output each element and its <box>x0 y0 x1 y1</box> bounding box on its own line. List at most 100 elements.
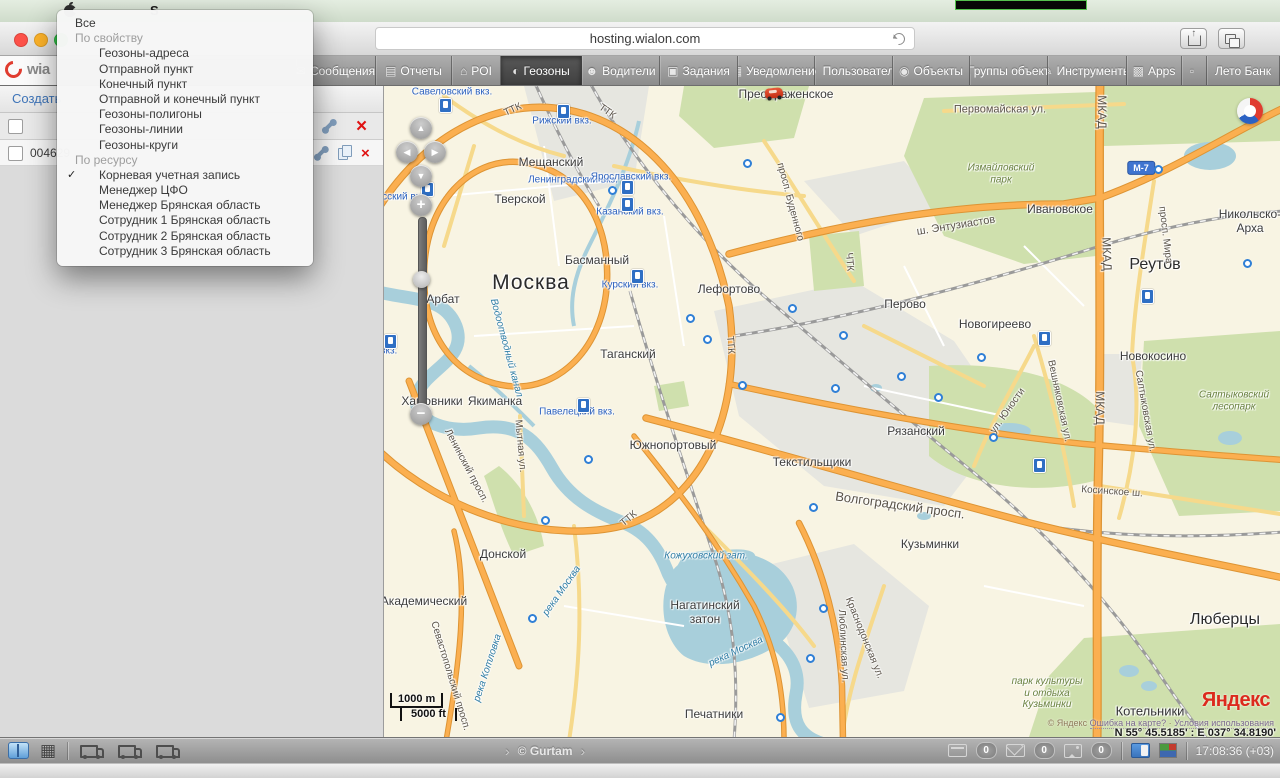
zoom-in-button[interactable]: + <box>410 194 432 216</box>
truck-add-icon[interactable] <box>155 743 182 759</box>
dropdown-item[interactable]: Менеджер Брянская область <box>57 198 313 213</box>
toggle-panel-button[interactable] <box>8 742 29 759</box>
metro-station-icon <box>584 455 593 464</box>
dropdown-item[interactable]: Отправной пункт <box>57 62 313 77</box>
delete-all-icon[interactable]: × <box>356 117 367 136</box>
checkmark-icon: ✓ <box>67 168 76 183</box>
zoom-slider-handle[interactable] <box>413 271 430 288</box>
tab-geofences[interactable]: ◐Геозоны <box>501 56 582 85</box>
truck-monitoring-icon[interactable] <box>79 743 106 759</box>
share-icon <box>1188 35 1201 46</box>
units-icon: ◉ <box>899 64 909 78</box>
dropdown-item[interactable]: Сотрудник 1 Брянская область <box>57 213 313 228</box>
zoom-out-button[interactable]: − <box>410 403 432 425</box>
chevron-right-icon[interactable]: › <box>581 743 586 759</box>
separator <box>1186 742 1187 760</box>
reports-icon: ▤ <box>385 64 396 78</box>
railway-station-icon <box>384 334 397 349</box>
reload-icon[interactable] <box>891 31 908 48</box>
tab-account[interactable]: Лето Банк <box>1207 56 1280 85</box>
bottom-status-bar: ▦ › © Gurtam › 0 0 0 17:08:36 (+03) <box>0 737 1280 763</box>
tab-unit-groups[interactable]: ◈Группы объектов <box>970 56 1048 85</box>
railway-station-icon <box>1038 331 1051 346</box>
tab-label: Группы объектов <box>970 64 1048 78</box>
geofence-checkbox[interactable] <box>8 146 23 161</box>
metro-station-icon <box>1154 165 1163 174</box>
dropdown-item[interactable]: Геозоны-линии <box>57 122 313 137</box>
requests-counter-icon[interactable] <box>1006 744 1025 757</box>
screen: S hosting.wialon.com wia ✉Сообщения▤Отче… <box>0 0 1280 778</box>
dropdown-item[interactable]: Все <box>57 16 313 31</box>
map[interactable]: МоскваРеутовЛюберцыКотельникиТверскойМещ… <box>384 86 1280 737</box>
create-geofence-button[interactable]: Создать <box>12 91 61 106</box>
tab-poi[interactable]: ⌂POI <box>452 56 501 85</box>
mini-icon: ▫ <box>1190 64 1194 78</box>
edit-geofence-icon[interactable] <box>311 143 331 163</box>
dropdown-item[interactable]: Геозоны-полигоны <box>57 107 313 122</box>
pan-left-button[interactable]: ◀ <box>396 141 418 163</box>
tab-units[interactable]: ◉Объекты <box>893 56 970 85</box>
tab-notifications[interactable]: ▦Уведомления <box>738 56 815 85</box>
metro-station-icon <box>686 314 695 323</box>
select-all-checkbox[interactable] <box>8 119 23 134</box>
metro-station-icon <box>528 614 537 623</box>
dropdown-item[interactable]: Сотрудник 2 Брянская область <box>57 229 313 244</box>
jobs-icon: ▣ <box>667 64 678 78</box>
apps-icon: ▩ <box>1133 64 1144 78</box>
tab-drivers[interactable]: ☻Водители <box>582 56 660 85</box>
tab-reports[interactable]: ▤ Отчеты <box>376 56 452 85</box>
dropdown-item[interactable]: Геозоны-круги <box>57 138 313 153</box>
wialon-logo[interactable]: wia <box>0 56 57 85</box>
tab-label: Отчеты <box>400 64 441 78</box>
notifications-icon: ▦ <box>738 64 742 78</box>
minimize-window-button[interactable] <box>34 33 48 47</box>
copy-geofence-icon[interactable] <box>338 145 352 160</box>
metro-station-icon <box>738 381 747 390</box>
address-bar[interactable]: hosting.wialon.com <box>375 27 915 50</box>
vehicle-marker[interactable] <box>765 87 784 99</box>
chevron-left-icon[interactable]: › <box>505 743 510 759</box>
metro-station-icon <box>743 159 752 168</box>
grid-view-icon[interactable]: ▦ <box>40 742 56 759</box>
share-button[interactable] <box>1180 28 1207 49</box>
edit-properties-icon[interactable] <box>319 116 339 136</box>
tab-tools[interactable]: ✎Инструменты <box>1048 56 1127 85</box>
media-counter-icon[interactable] <box>1064 744 1082 758</box>
requests-counter-badge: 0 <box>1034 742 1055 759</box>
separator <box>1121 742 1122 760</box>
attribution-copyright: © Яндекс <box>1048 718 1087 728</box>
scale-metric: 1000 m <box>390 693 443 708</box>
tab-users[interactable]: ☻Пользователи <box>815 56 893 85</box>
dropdown-item[interactable]: Конечный пункт <box>57 77 313 92</box>
metro-station-icon <box>989 433 998 442</box>
railway-station-icon <box>631 269 644 284</box>
delete-geofence-icon[interactable]: × <box>361 146 370 161</box>
tab-mini[interactable]: ▫ <box>1182 56 1207 85</box>
dropdown-item[interactable]: ✓Корневая учетная запись <box>57 168 313 183</box>
dropdown-item[interactable]: Сотрудник 3 Брянская область <box>57 244 313 259</box>
metro-station-icon <box>788 304 797 313</box>
zoom-slider-track[interactable] <box>418 217 427 413</box>
tab-overview-button[interactable] <box>1218 28 1245 49</box>
dropdown-item[interactable]: Менеджер ЦФО <box>57 183 313 198</box>
railway-station-icon <box>621 180 634 195</box>
pan-down-button[interactable]: ▼ <box>410 165 432 187</box>
pan-right-button[interactable]: ▶ <box>424 141 446 163</box>
dropdown-item[interactable]: Отправной и конечный пункт <box>57 92 313 107</box>
pan-up-button[interactable]: ▲ <box>410 117 432 139</box>
map-layers-icon[interactable] <box>1159 743 1177 758</box>
tools-icon: ✎ <box>1048 64 1053 78</box>
metro-station-icon <box>897 372 906 381</box>
dropdown-item[interactable]: Геозоны-адреса <box>57 46 313 61</box>
metro-station-icon <box>776 713 785 722</box>
truck-routes-icon[interactable] <box>117 743 144 759</box>
close-window-button[interactable] <box>14 33 28 47</box>
address-url: hosting.wialon.com <box>590 31 701 46</box>
sms-counter-icon[interactable] <box>948 744 967 757</box>
map-scale: 1000 m 5000 ft <box>390 693 457 721</box>
tab-apps[interactable]: ▩Apps <box>1127 56 1182 85</box>
yandex-logo[interactable]: Яндекс <box>1202 689 1270 712</box>
gurtam-copyright[interactable]: © Gurtam <box>518 744 573 758</box>
tab-jobs[interactable]: ▣Задания <box>660 56 738 85</box>
guide-book-icon[interactable] <box>1131 743 1150 758</box>
